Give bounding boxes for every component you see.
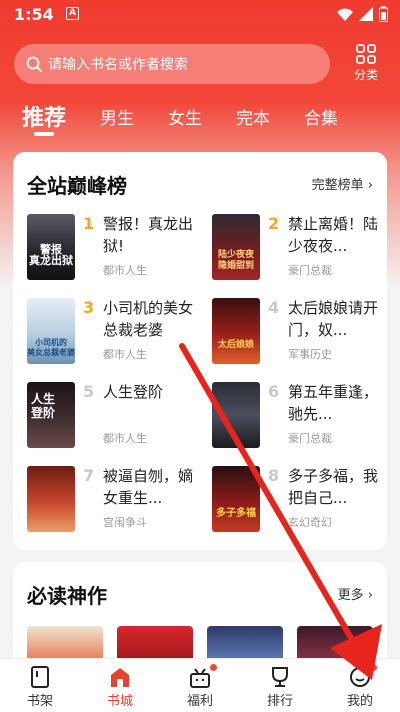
book-title: 太后娘娘请开门，奴... (288, 299, 379, 339)
status-bar: 1:54 A (0, 0, 400, 30)
book-category: 宫闱争斗 (103, 516, 147, 529)
grid-icon (356, 44, 376, 64)
cover-title: 小司机的 美女总裁老婆 (27, 338, 75, 357)
nav-bookstore[interactable]: 书城 (90, 659, 150, 709)
signal-icon (359, 7, 373, 21)
tab-male[interactable]: 男生 (100, 98, 134, 129)
book-title: 多子多福，我把自己... (288, 467, 379, 507)
profile-icon (350, 667, 370, 687)
trophy-icon (272, 667, 288, 687)
book-category: 都市人生 (103, 432, 147, 445)
search-input[interactable]: 请输入书名或作者搜索 (14, 44, 330, 84)
book-category: 豪门总裁 (288, 264, 332, 277)
book-title: 人生登阶 (103, 383, 164, 401)
nav-label: 排行 (266, 694, 293, 709)
nav-label: 福利 (186, 694, 213, 709)
book-cover (27, 466, 75, 532)
status-time: 1:54 (14, 5, 54, 24)
nav-label: 书架 (26, 694, 53, 709)
rank-number: 3 (83, 298, 95, 317)
category-button[interactable]: 分类 (344, 44, 388, 86)
ranking-book-2[interactable]: 陆少夜夜 隐婚甜到 2 禁止离婚！陆少夜夜... 豪门总裁 (212, 214, 392, 284)
ranking-book-8[interactable]: 多子多福 8 多子多福，我把自己... 玄幻奇幻 (212, 466, 392, 536)
bottom-navigation: 书架 书城 福利 排行 我的 (0, 658, 400, 712)
channel-tabs: 推荐 男生 女生 完本 合集 (22, 98, 372, 138)
nav-mine[interactable]: 我的 (330, 659, 390, 709)
cover-title: 陆少夜夜 隐婚甜到 (217, 250, 254, 271)
rank-number: 5 (83, 382, 95, 401)
ranking-title: 全站巅峰榜 (27, 174, 127, 198)
cover-title: 多子多福 (216, 508, 256, 519)
nav-ranking[interactable]: 排行 (250, 659, 310, 709)
tab-recommend[interactable]: 推荐 (22, 98, 66, 136)
book-cover: 陆少夜夜 隐婚甜到 (212, 214, 260, 280)
ranking-book-7[interactable]: 7 被逼自刎，嫡女重生... 宫闱争斗 (27, 466, 207, 536)
full-ranking-link[interactable]: 完整榜单 › (312, 174, 373, 193)
rank-number: 8 (268, 466, 280, 485)
book-cover: 多子多福 (212, 466, 260, 532)
notification-dot (210, 664, 217, 671)
full-ranking-label: 完整榜单 (311, 178, 364, 193)
status-icons (337, 6, 388, 22)
tab-completed[interactable]: 完本 (236, 98, 270, 129)
cover-title: 人生 登阶 (31, 392, 56, 420)
more-link[interactable]: 更多 › (338, 584, 373, 603)
search-placeholder: 请输入书名或作者搜索 (48, 57, 188, 73)
book-title: 警报！真龙出狱! (103, 215, 194, 255)
notification-icon: A (66, 7, 79, 20)
book-title: 小司机的美女总裁老婆 (103, 299, 194, 339)
rank-number: 7 (83, 466, 95, 485)
rank-number: 2 (268, 214, 280, 233)
book-category: 都市人生 (103, 348, 147, 361)
battery-icon (379, 6, 388, 22)
ranking-book-1[interactable]: 警报 真龙出狱 1 警报！真龙出狱! 都市人生 (27, 214, 207, 284)
wifi-icon (337, 8, 353, 21)
nav-label: 我的 (346, 694, 373, 709)
rank-number: 1 (83, 214, 95, 233)
book-cover: 警报 真龙出狱 (27, 214, 75, 280)
book-category: 豪门总裁 (288, 432, 332, 445)
ranking-book-5[interactable]: 人生 登阶 5 人生登阶 都市人生 (27, 382, 207, 452)
cover-title: 警报 真龙出狱 (29, 243, 73, 267)
ranking-card: 全站巅峰榜 完整榜单 › 警报 真龙出狱 1 警报！真龙出狱! 都市人生 陆少夜… (13, 152, 387, 550)
ranking-book-6[interactable]: 6 第五年重逢，驰先... 豪门总裁 (212, 382, 392, 452)
book-title: 被逼自刎，嫡女重生... (103, 467, 194, 507)
chevron-right-icon: › (367, 588, 373, 603)
category-label: 分类 (353, 68, 378, 82)
tab-collection[interactable]: 合集 (304, 98, 338, 129)
cover-title: 太后娘娘 (217, 340, 254, 350)
book-category: 军事历史 (288, 348, 332, 361)
book-cover: 太后娘娘 (212, 298, 260, 364)
rank-number: 4 (268, 298, 280, 317)
book-cover: 人生 登阶 (27, 382, 75, 448)
book-title: 禁止离婚！陆少夜夜... (288, 215, 379, 255)
book-cover: 小司机的 美女总裁老婆 (27, 298, 75, 364)
book-cover (212, 382, 260, 448)
must-read-card: 必读神作 更多 › (13, 562, 387, 672)
ranking-book-3[interactable]: 小司机的 美女总裁老婆 3 小司机的美女总裁老婆 都市人生 (27, 298, 207, 368)
gift-icon (190, 668, 210, 688)
nav-bookshelf[interactable]: 书架 (10, 659, 70, 709)
book-title: 第五年重逢，驰先... (288, 383, 379, 423)
tab-female[interactable]: 女生 (168, 98, 202, 129)
book-category: 玄幻奇幻 (288, 516, 332, 529)
must-read-title: 必读神作 (27, 584, 107, 608)
rank-number: 6 (268, 382, 280, 401)
store-icon (111, 668, 129, 687)
book-category: 都市人生 (103, 264, 147, 277)
notification-dot (370, 664, 377, 671)
nav-label: 书城 (106, 694, 133, 709)
book-icon (31, 666, 49, 688)
search-icon (26, 56, 42, 72)
nav-welfare[interactable]: 福利 (170, 659, 230, 709)
ranking-book-4[interactable]: 太后娘娘 4 太后娘娘请开门，奴... 军事历史 (212, 298, 392, 368)
more-label: 更多 (337, 588, 364, 603)
chevron-right-icon: › (367, 178, 373, 193)
